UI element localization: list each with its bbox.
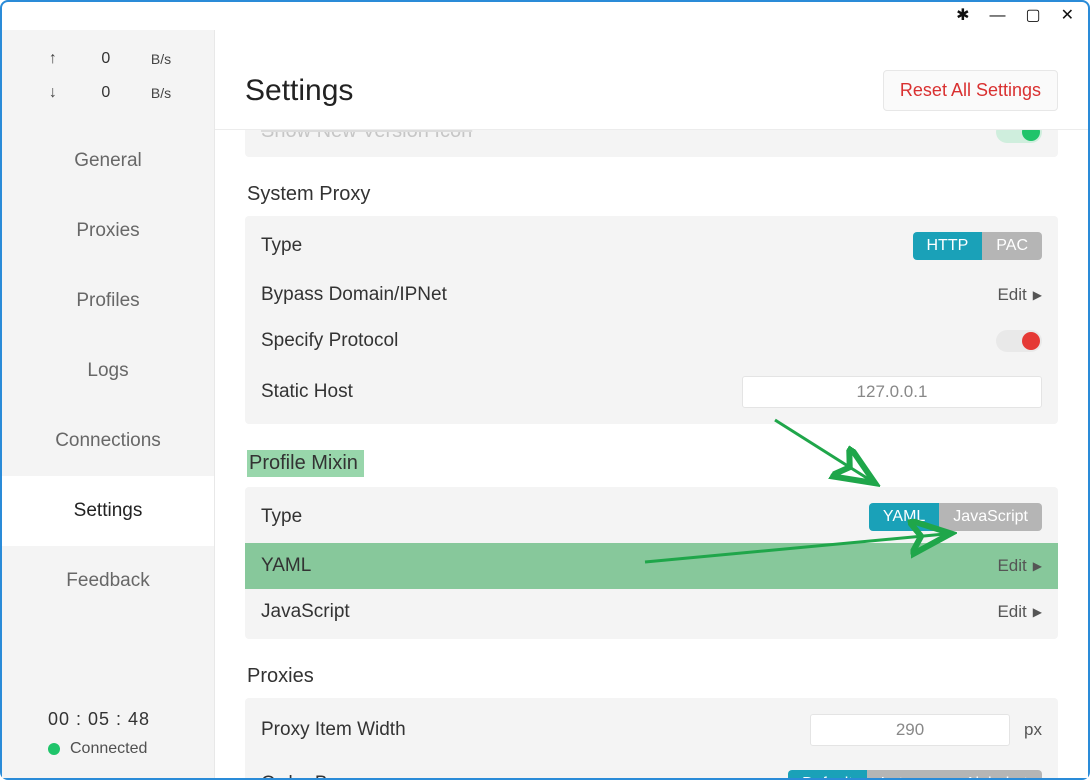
row-proxy-type: Type HTTP PAC [245,220,1058,272]
chevron-right-icon: ▶ [1033,288,1042,302]
row-label: Type [261,235,913,257]
speed-indicator: ↑ 0 B/s ↓ 0 B/s [2,30,214,126]
sidebar-footer: 00 : 05 : 48 Connected [2,709,214,778]
input-proxy-width[interactable] [810,714,1010,746]
seg-http[interactable]: HTTP [913,232,983,260]
page-title: Settings [245,74,353,108]
scroll-area[interactable]: Show New Version Icon System Proxy Type … [215,130,1088,778]
row-label: JavaScript [261,601,997,623]
row-order-by: Order By Default Latency Alphabet [245,758,1058,778]
segmented-proxy-type: HTTP PAC [913,232,1043,260]
status-text: Connected [70,740,147,758]
reset-all-button[interactable]: Reset All Settings [883,70,1058,111]
toggle-specify-protocol[interactable] [996,330,1042,352]
pin-icon[interactable]: ✱ [956,8,969,24]
row-proxy-width: Proxy Item Width px [245,702,1058,758]
toggle-show-new-version[interactable] [996,130,1042,143]
close-icon[interactable]: ✕ [1061,8,1074,24]
edit-text: Edit [997,285,1026,305]
download-value: 0 [91,84,121,102]
upload-value: 0 [91,50,121,68]
edit-yaml[interactable]: Edit ▶ [997,556,1042,576]
section-profile-mixin: Profile Mixin [247,450,364,477]
row-label: Static Host [261,381,742,403]
upload-speed: ↑ 0 B/s [2,50,214,68]
row-label: Type [261,506,869,528]
nav-feedback[interactable]: Feedback [2,546,214,616]
status-dot-icon [48,743,60,755]
window-controls: ✱ — ▢ ✕ [956,2,1088,30]
row-show-new-version: Show New Version Icon [245,130,1058,157]
app-window: ✱ — ▢ ✕ ↑ 0 B/s ↓ 0 B/s General P [0,0,1090,780]
nav-proxies[interactable]: Proxies [2,196,214,266]
nav-profiles[interactable]: Profiles [2,266,214,336]
edit-text: Edit [997,556,1026,576]
seg-javascript[interactable]: JavaScript [939,503,1042,531]
seg-alphabet[interactable]: Alphabet [951,770,1042,778]
uptime: 00 : 05 : 48 [48,709,214,730]
nav-settings[interactable]: Settings [2,476,214,546]
main-pane: Settings Reset All Settings Show New Ver… [215,30,1088,778]
seg-yaml[interactable]: YAML [869,503,939,531]
arrow-down-icon: ↓ [45,84,61,102]
seg-latency[interactable]: Latency [867,770,951,778]
row-label: YAML [261,555,997,577]
nav-general[interactable]: General [2,126,214,196]
section-system-proxy: System Proxy [247,183,1058,206]
chevron-right-icon: ▶ [1033,559,1042,573]
arrow-up-icon: ↑ [45,50,61,68]
row-label: Proxy Item Width [261,719,810,741]
settings-content: Show New Version Icon System Proxy Type … [215,130,1088,778]
app-body: ↑ 0 B/s ↓ 0 B/s General Proxies Profiles… [2,30,1088,778]
row-javascript: JavaScript Edit ▶ [245,589,1058,635]
maximize-icon[interactable]: ▢ [1025,8,1040,24]
row-specify-protocol: Specify Protocol [245,318,1058,364]
row-yaml: YAML Edit ▶ [245,543,1058,589]
panel-profile-mixin: Type YAML JavaScript YAML Edit ▶ [245,487,1058,639]
segmented-order: Default Latency Alphabet [788,770,1042,778]
nav-list: General Proxies Profiles Logs Connection… [2,126,214,709]
edit-bypass[interactable]: Edit ▶ [997,285,1042,305]
panel-system-proxy: Type HTTP PAC Bypass Domain/IPNet Edit ▶ [245,216,1058,424]
edit-javascript[interactable]: Edit ▶ [997,602,1042,622]
row-label: Specify Protocol [261,330,996,352]
seg-pac[interactable]: PAC [982,232,1042,260]
nav-connections[interactable]: Connections [2,406,214,476]
row-bypass: Bypass Domain/IPNet Edit ▶ [245,272,1058,318]
download-unit: B/s [151,85,171,101]
row-mixin-type: Type YAML JavaScript [245,491,1058,543]
width-unit: px [1024,720,1042,740]
segmented-mixin-type: YAML JavaScript [869,503,1042,531]
download-speed: ↓ 0 B/s [2,84,214,102]
panel-proxies: Proxy Item Width px Order By Default Lat… [245,698,1058,778]
seg-default[interactable]: Default [788,770,867,778]
header: Settings Reset All Settings [215,30,1088,130]
edit-text: Edit [997,602,1026,622]
section-proxies: Proxies [247,665,1058,688]
nav-logs[interactable]: Logs [2,336,214,406]
minimize-icon[interactable]: — [989,8,1005,24]
chevron-right-icon: ▶ [1033,605,1042,619]
row-label: Show New Version Icon [261,130,472,143]
upload-unit: B/s [151,51,171,67]
connection-status: Connected [48,740,214,758]
row-label: Bypass Domain/IPNet [261,284,997,306]
row-static-host: Static Host [245,364,1058,420]
sidebar: ↑ 0 B/s ↓ 0 B/s General Proxies Profiles… [2,30,215,778]
row-label: Order By [261,773,788,778]
input-static-host[interactable] [742,376,1042,408]
